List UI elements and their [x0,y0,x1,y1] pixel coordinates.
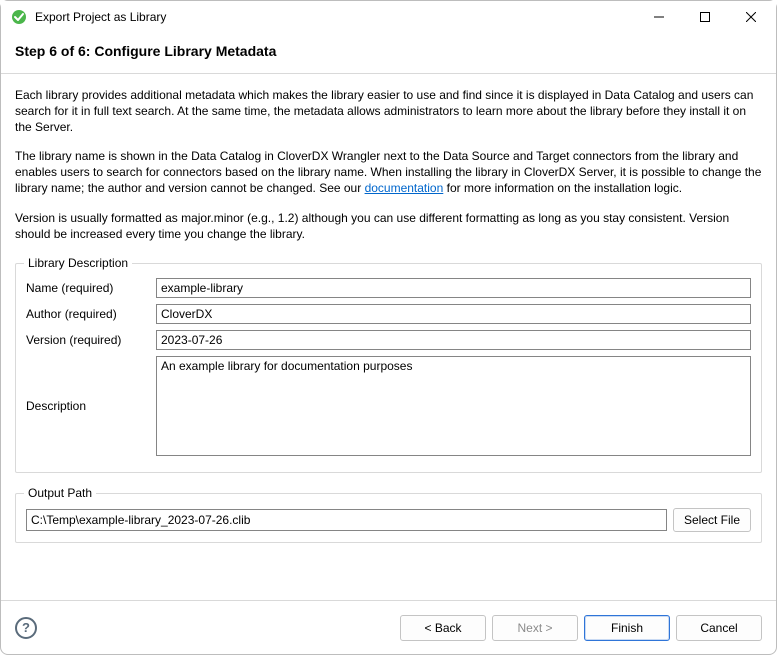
intro-text: Each library provides additional metadat… [15,88,762,243]
wizard-header: Step 6 of 6: Configure Library Metadata [1,33,776,74]
name-label: Name (required) [26,281,156,295]
version-label: Version (required) [26,333,156,347]
description-field[interactable] [156,356,751,456]
author-field[interactable] [156,304,751,324]
wizard-button-bar: ? < Back Next > Finish Cancel [1,600,776,654]
select-file-button[interactable]: Select File [673,508,751,532]
finish-button[interactable]: Finish [584,615,670,641]
intro-p2-post: for more information on the installation… [443,181,682,195]
wizard-step-title: Step 6 of 6: Configure Library Metadata [15,43,762,59]
minimize-button[interactable] [636,2,682,32]
cancel-button[interactable]: Cancel [676,615,762,641]
back-button[interactable]: < Back [400,615,486,641]
intro-paragraph-1: Each library provides additional metadat… [15,88,762,135]
help-icon[interactable]: ? [15,617,37,639]
maximize-button[interactable] [682,2,728,32]
app-icon [11,9,27,25]
library-description-legend: Library Description [24,256,132,270]
version-field[interactable] [156,330,751,350]
output-path-group: Output Path Select File [15,493,762,543]
next-button: Next > [492,615,578,641]
name-field[interactable] [156,278,751,298]
author-label: Author (required) [26,307,156,321]
output-path-legend: Output Path [24,486,96,500]
intro-paragraph-3: Version is usually formatted as major.mi… [15,211,762,243]
library-description-group: Library Description Name (required) Auth… [15,263,762,473]
window-title: Export Project as Library [35,10,636,24]
documentation-link[interactable]: documentation [365,181,444,195]
close-button[interactable] [728,2,774,32]
description-label: Description [26,356,156,456]
wizard-content: Each library provides additional metadat… [1,74,776,600]
titlebar: Export Project as Library [1,1,776,33]
output-path-field[interactable] [26,509,667,531]
intro-paragraph-2: The library name is shown in the Data Ca… [15,149,762,196]
